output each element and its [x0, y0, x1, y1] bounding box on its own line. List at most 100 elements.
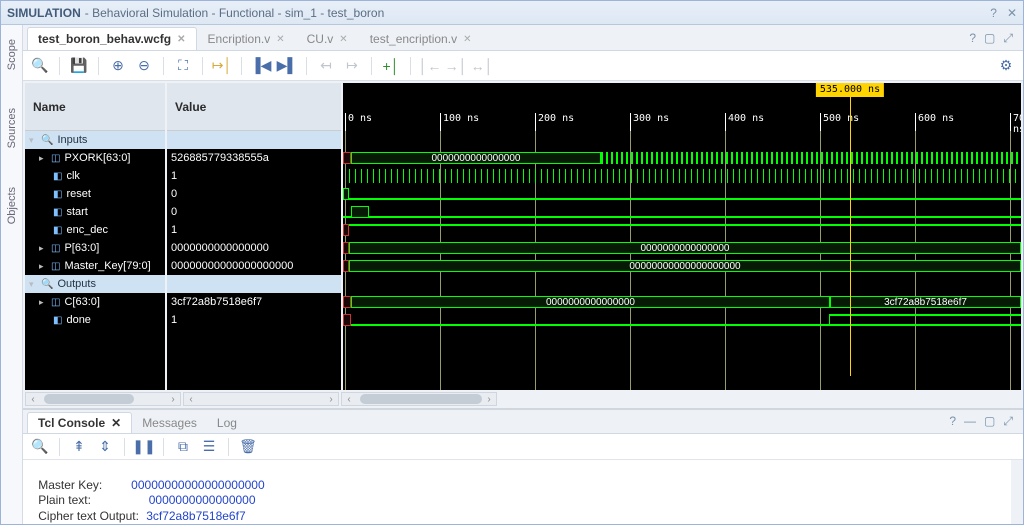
signal-encdec[interactable]: ◧enc_dec	[25, 221, 165, 239]
settings-icon[interactable]: ⚙	[995, 55, 1017, 77]
signal-done[interactable]: ◧done	[25, 311, 165, 329]
name-column: Name ▾🔍Inputs ▸◫PXORK[63:0] ◧clk ◧reset …	[25, 83, 165, 390]
close-tab-icon[interactable]: ✕	[276, 34, 284, 45]
ruler-tick: 600 ns	[915, 113, 954, 131]
group-inputs[interactable]: ▾🔍Inputs	[25, 131, 165, 149]
wave-c: 0000000000000000 3cf72a8b7518e6f7	[343, 293, 1021, 311]
wave-mkey: 00000000000000000000	[343, 257, 1021, 275]
close-tab-icon[interactable]: ✕	[177, 34, 185, 45]
signal-mkey[interactable]: ▸◫Master_Key[79:0]	[25, 257, 165, 275]
ruler-tick: 500 ns	[820, 113, 859, 131]
maximize-icon[interactable]: ⤢	[1003, 31, 1013, 46]
value-mkey: 00000000000000000000	[167, 257, 341, 275]
value-reset: 0	[167, 185, 341, 203]
wave-scroll[interactable]: ‹›	[341, 392, 497, 406]
signal-clk[interactable]: ◧clk	[25, 167, 165, 185]
value-header[interactable]: Value	[167, 83, 341, 131]
value-p: 0000000000000000	[167, 239, 341, 257]
zoom-fit-icon[interactable]: ⛶	[172, 55, 194, 77]
zoom-out-icon[interactable]: ⊖	[133, 55, 155, 77]
file-tab-bar: test_boron_behav.wcfg✕ Encription.v✕ CU.…	[23, 25, 1023, 51]
search-icon[interactable]: 🔍	[29, 55, 51, 77]
next-marker-icon[interactable]: →│	[445, 55, 467, 77]
expand-all-icon[interactable]: ⇕	[94, 436, 116, 458]
prev-edge-icon[interactable]: ↤	[315, 55, 337, 77]
wave-start	[343, 203, 1021, 221]
prev-transition-icon[interactable]: ▐◀	[250, 55, 272, 77]
title-bar: SIMULATION - Behavioral Simulation - Fun…	[1, 1, 1023, 25]
collapse-all-icon[interactable]: ⇞	[68, 436, 90, 458]
close-tab-icon[interactable]: ✕	[339, 34, 347, 45]
console-toolbar: 🔍 ⇞ ⇕ ❚❚ ⧉ ☰ 🗑	[23, 434, 1023, 460]
signal-c[interactable]: ▸◫C[63:0]	[25, 293, 165, 311]
clear-icon[interactable]: 🗑	[237, 436, 259, 458]
wave-p: 0000000000000000	[343, 239, 1021, 257]
sidetab-scope[interactable]: Scope	[4, 35, 20, 74]
wave-group-inputs	[343, 131, 1021, 149]
wave-pxork: 0000000000000000	[343, 149, 1021, 167]
swap-marker-icon[interactable]: ↔│	[471, 55, 493, 77]
minimize-icon[interactable]: —	[964, 414, 976, 429]
copy-icon[interactable]: ⧉	[172, 436, 194, 458]
add-marker-icon[interactable]: +│	[380, 55, 402, 77]
console-tab-tcl[interactable]: Tcl Console✕	[27, 412, 132, 433]
toggle-icon[interactable]: ☰	[198, 436, 220, 458]
value-outputs	[167, 275, 341, 293]
search-icon[interactable]: 🔍	[29, 436, 51, 458]
help-icon[interactable]: ?	[969, 31, 976, 46]
time-ruler[interactable]: 0 ns 100 ns 200 ns 300 ns 400 ns 500 ns …	[343, 83, 1021, 131]
sidetab-sources[interactable]: Sources	[4, 104, 20, 152]
close-tab-icon[interactable]: ✕	[463, 34, 471, 45]
name-header[interactable]: Name	[25, 83, 165, 131]
restore-icon[interactable]: ▢	[984, 31, 995, 46]
signal-p[interactable]: ▸◫P[63:0]	[25, 239, 165, 257]
next-transition-icon[interactable]: ▶▌	[276, 55, 298, 77]
value-column: Value 526885779338555a 1 0 0 1 000000000…	[167, 83, 341, 390]
prev-marker-icon[interactable]: │←	[419, 55, 441, 77]
go-to-cursor-icon[interactable]: ↦│	[211, 55, 233, 77]
close-tab-icon[interactable]: ✕	[111, 416, 121, 430]
zoom-in-icon[interactable]: ⊕	[107, 55, 129, 77]
file-tab-wcfg[interactable]: test_boron_behav.wcfg✕	[27, 27, 197, 50]
wave-reset	[343, 185, 1021, 203]
console-panel: Tcl Console✕ Messages Log ? — ▢ ⤢ 🔍 ⇞ ⇕	[23, 408, 1023, 524]
maximize-icon[interactable]: ⤢	[1003, 414, 1013, 429]
ruler-tick: 200 ns	[535, 113, 574, 131]
value-col-scroll[interactable]: ‹›	[183, 392, 339, 406]
waveform-viewport[interactable]: 535.000 ns 0 ns 100 ns 200 ns 300 ns 400…	[343, 83, 1021, 390]
wave-done	[343, 311, 1021, 329]
next-edge-icon[interactable]: ↦	[341, 55, 363, 77]
restore-icon[interactable]: ▢	[984, 414, 995, 429]
file-tab-test-encription[interactable]: test_encription.v✕	[359, 27, 483, 50]
ruler-tick: 700 ns	[1010, 113, 1021, 131]
console-output[interactable]: Master Key: 00000000000000000000 Plain t…	[23, 460, 1011, 524]
marker-label: 535.000 ns	[816, 83, 884, 97]
signal-reset[interactable]: ◧reset	[25, 185, 165, 203]
close-icon[interactable]: ✕	[1007, 6, 1017, 20]
signal-pxork[interactable]: ▸◫PXORK[63:0]	[25, 149, 165, 167]
window: SIMULATION - Behavioral Simulation - Fun…	[0, 0, 1024, 525]
ruler-tick: 300 ns	[630, 113, 669, 131]
console-tab-messages[interactable]: Messages	[132, 413, 207, 433]
value-done: 1	[167, 311, 341, 329]
marker-cursor[interactable]	[850, 83, 851, 376]
save-icon[interactable]: 💾	[68, 55, 90, 77]
name-col-scroll[interactable]: ‹›	[25, 392, 181, 406]
file-tab-encription[interactable]: Encription.v✕	[197, 27, 296, 50]
wave-clk	[343, 167, 1021, 185]
console-tab-log[interactable]: Log	[207, 413, 247, 433]
group-outputs[interactable]: ▾🔍Outputs	[25, 275, 165, 293]
value-start: 0	[167, 203, 341, 221]
sidetab-objects[interactable]: Objects	[4, 183, 20, 228]
ruler-tick: 400 ns	[725, 113, 764, 131]
signal-start[interactable]: ◧start	[25, 203, 165, 221]
value-inputs	[167, 131, 341, 149]
title-prefix: SIMULATION	[7, 6, 81, 20]
file-tab-cu[interactable]: CU.v✕	[296, 27, 359, 50]
pause-icon[interactable]: ❚❚	[133, 436, 155, 458]
wave-group-outputs	[343, 275, 1021, 293]
help-icon[interactable]: ?	[949, 414, 956, 429]
side-tabs: Scope Sources Objects	[1, 25, 23, 524]
console-vscroll[interactable]	[1011, 460, 1023, 524]
help-icon[interactable]: ?	[990, 6, 997, 20]
